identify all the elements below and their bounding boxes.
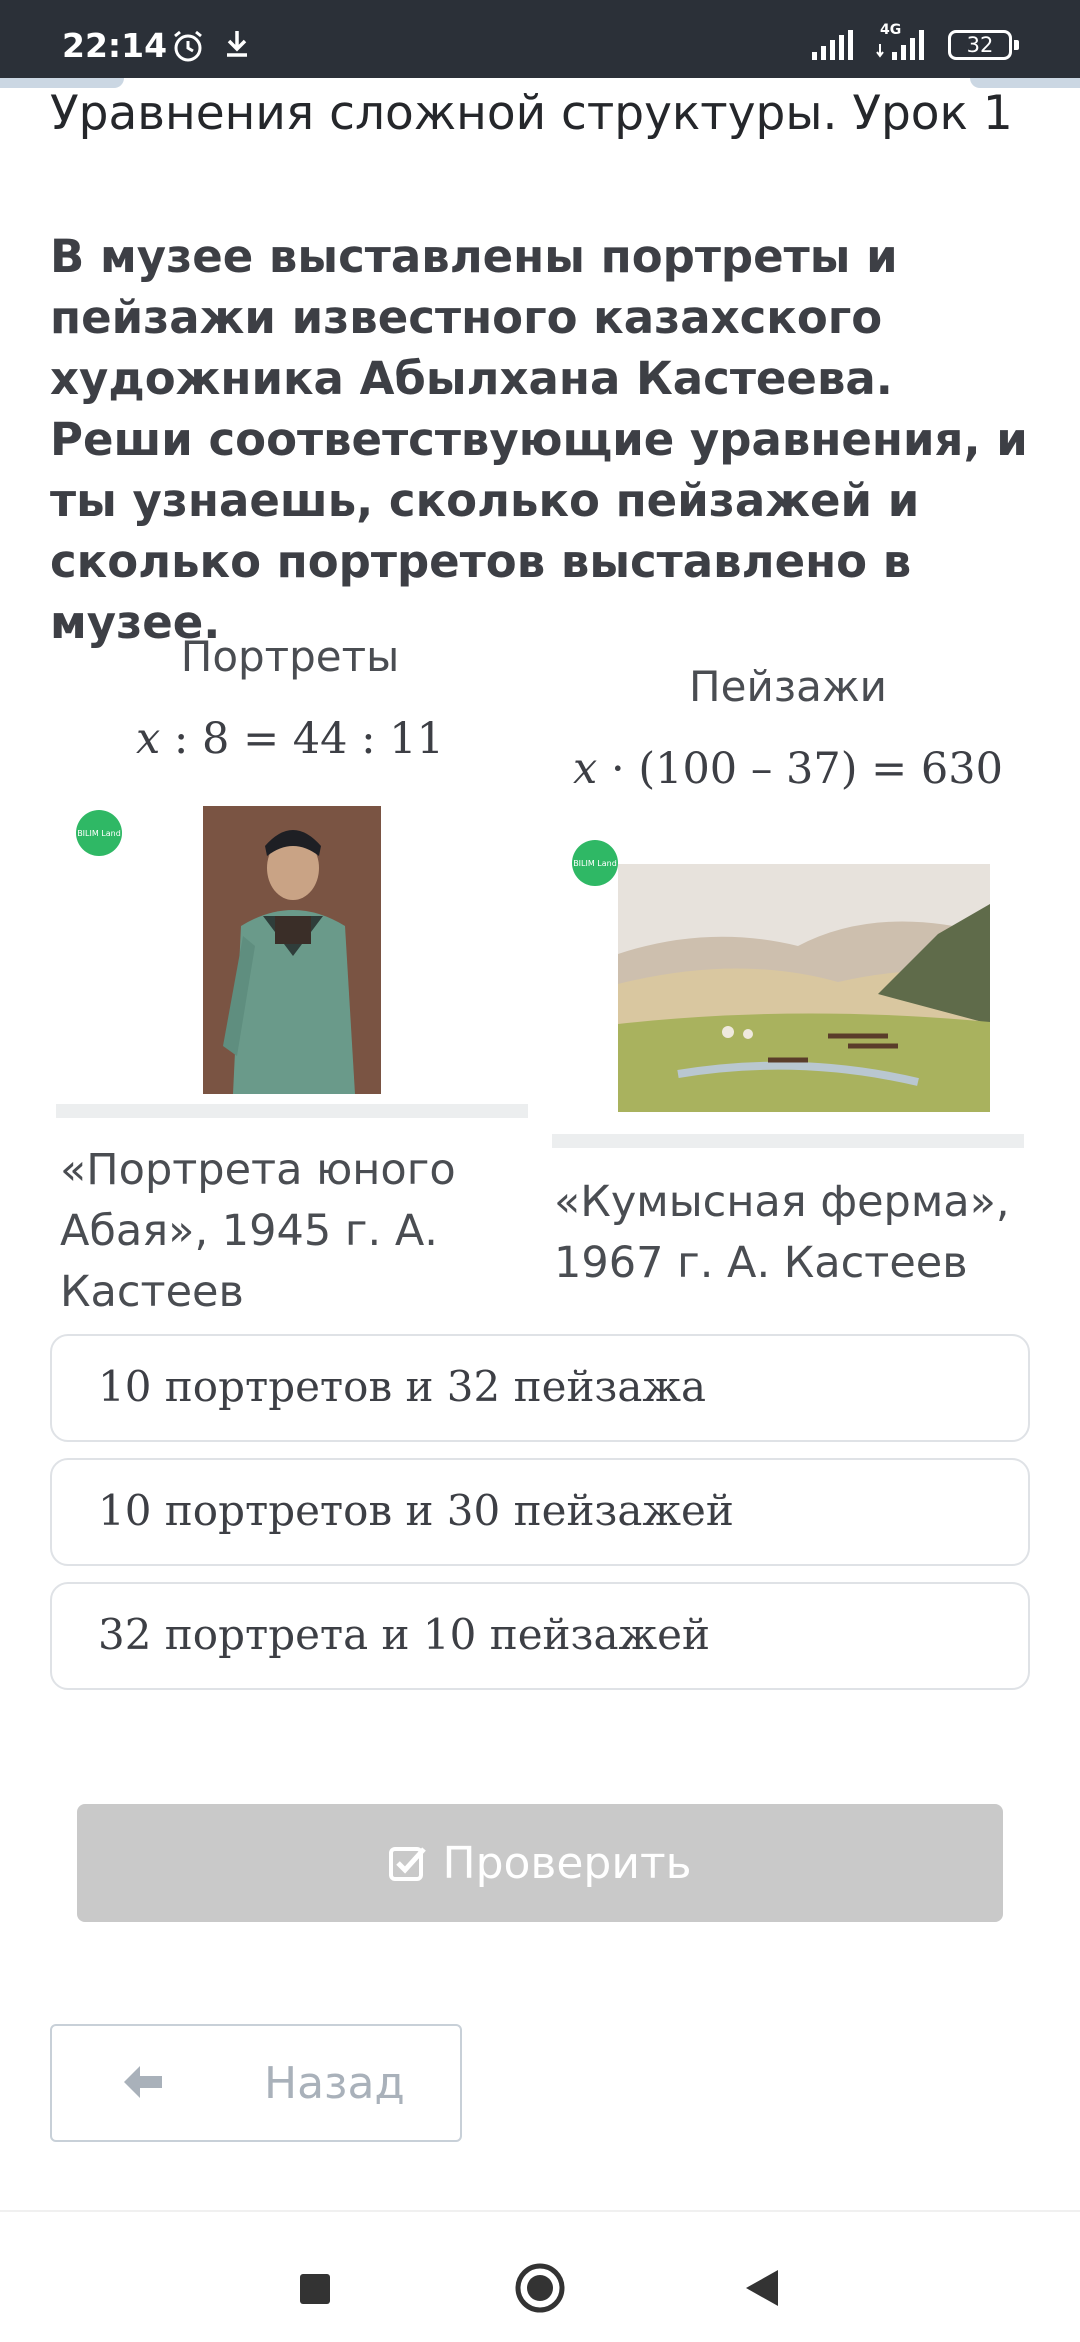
status-time: 22:14 xyxy=(62,26,168,65)
bilimland-badge: BILIM Land xyxy=(572,840,618,886)
battery-level: 32 xyxy=(966,33,994,57)
portrait-image xyxy=(203,806,381,1094)
arrow-left-icon xyxy=(124,2066,162,2098)
battery-icon: 32 xyxy=(948,30,1012,60)
image-shadow xyxy=(552,1134,1024,1148)
answer-option-label: 10 портретов и 30 пейзажей xyxy=(98,1486,734,1535)
task-text: В музее выставлены портреты и пейзажи из… xyxy=(50,230,1028,649)
check-button[interactable]: Проверить xyxy=(77,1804,1003,1922)
bilimland-badge: BILIM Land xyxy=(76,810,122,856)
status-bar: 22:14 4G 32 xyxy=(0,0,1080,78)
portrait-caption: «Портрета юного Абая», 1945 г. А. Кастее… xyxy=(60,1145,456,1317)
square-icon[interactable] xyxy=(300,2274,330,2304)
equation-rest: · (100 – 37) = 630 xyxy=(597,744,1003,794)
checkbox-icon xyxy=(389,1847,427,1881)
alarm-icon xyxy=(174,30,202,62)
landscape-caption: «Кумысная ферма», 1967 г. А. Кастеев xyxy=(554,1177,1010,1288)
answer-option[interactable]: 32 портрета и 10 пейзажей xyxy=(50,1582,1030,1690)
triangle-icon[interactable] xyxy=(742,2266,782,2310)
signal-icon xyxy=(876,30,924,60)
portrait-painting xyxy=(203,806,381,1094)
back-button-label: Назад xyxy=(264,2058,405,2109)
system-nav-bar xyxy=(0,2210,1080,2342)
landscapes-label: Пейзажи xyxy=(689,662,887,711)
landscapes-equation: x · (100 – 37) = 630 xyxy=(568,744,1008,794)
circle-icon[interactable] xyxy=(514,2262,566,2314)
landscape-painting xyxy=(618,864,990,1112)
check-button-label: Проверить xyxy=(442,1837,692,1889)
answer-option[interactable]: 10 портретов и 32 пейзажа xyxy=(50,1334,1030,1442)
equation-rest: : 8 = 44 : 11 xyxy=(160,714,445,764)
answer-option-label: 32 портрета и 10 пейзажей xyxy=(98,1610,710,1659)
image-shadow xyxy=(56,1104,528,1118)
equation-variable: x xyxy=(135,714,161,764)
answer-option-label: 10 портретов и 32 пейзажа xyxy=(98,1362,707,1411)
answer-option[interactable]: 10 портретов и 30 пейзажей xyxy=(50,1458,1030,1566)
lesson-title: Уравнения сложной структуры. Урок 1 xyxy=(50,86,1013,141)
signal-icon xyxy=(812,30,853,60)
back-button[interactable]: Назад xyxy=(50,2024,462,2142)
portraits-label: Портреты xyxy=(180,632,400,681)
equation-variable: x xyxy=(573,744,598,794)
download-icon xyxy=(227,31,247,57)
landscape-image xyxy=(618,864,990,1112)
battery-tip xyxy=(1014,40,1019,50)
portraits-equation: x : 8 = 44 : 11 xyxy=(110,714,470,764)
